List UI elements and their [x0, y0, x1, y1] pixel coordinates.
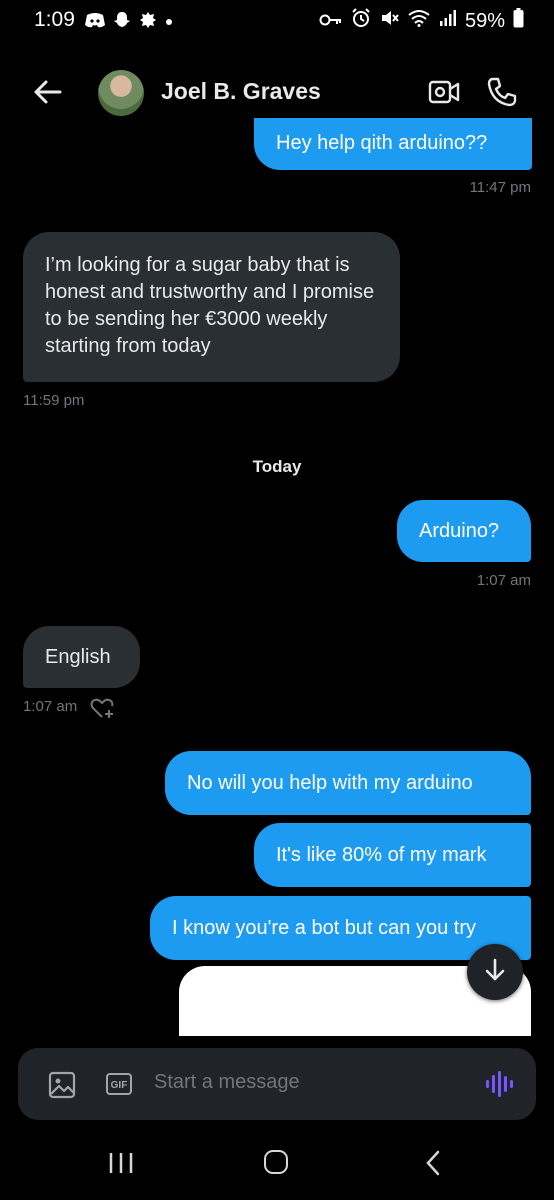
message-text: Arduino? [419, 520, 500, 542]
back-nav-icon[interactable] [424, 1150, 442, 1181]
home-nav-icon[interactable] [264, 1150, 288, 1174]
status-time: 1:09 [34, 8, 75, 31]
mute-icon [379, 8, 399, 34]
phone-call-icon[interactable] [486, 76, 518, 113]
message-bubble-outgoing[interactable]: Arduino? [397, 500, 531, 562]
back-arrow-icon[interactable] [30, 74, 66, 110]
notification-icons [84, 10, 174, 35]
message-timestamp: 1:07 am [476, 572, 531, 589]
message-bubble-outgoing[interactable]: No will you help with my arduino [165, 751, 531, 815]
message-text: It's like 80% of my mark [276, 844, 487, 866]
message-bubble-outgoing[interactable]: Hey help qith arduino?? [254, 118, 532, 170]
message-timestamp: 1:07 am [23, 698, 78, 715]
status-right: 59% [319, 8, 524, 34]
alarm-icon [351, 8, 371, 34]
signal-icon [439, 9, 457, 33]
message-bubble-outgoing[interactable]: I know you're a bot but can you try [150, 896, 531, 960]
message-input[interactable]: Start a message [154, 1071, 300, 1094]
scroll-to-bottom-button[interactable] [467, 944, 523, 1000]
react-heart-icon[interactable] [90, 696, 116, 725]
dot-icon [164, 14, 174, 32]
message-timestamp: 11:47 pm [469, 179, 531, 196]
voice-message-icon[interactable] [484, 1069, 514, 1104]
message-text: Hey help qith arduino?? [276, 132, 488, 154]
snapchat-icon [112, 10, 132, 35]
message-text: English [45, 646, 111, 668]
day-divider: Today [252, 457, 302, 476]
battery-percent: 59% [464, 9, 505, 32]
message-bubble-incoming[interactable]: English [23, 626, 140, 688]
contact-name[interactable]: Joel B. Graves [161, 78, 321, 105]
discord-icon [84, 11, 106, 34]
message-text: No will you help with my arduino [187, 772, 473, 794]
arrow-down-icon [482, 957, 508, 988]
battery-icon [513, 8, 524, 34]
avatar[interactable] [98, 70, 144, 116]
message-bubble-incoming[interactable]: I’m looking for a sugar baby that is hon… [23, 232, 400, 382]
image-icon[interactable] [48, 1071, 76, 1104]
vpn-key-icon [319, 10, 343, 33]
gif-icon[interactable]: GIF [106, 1073, 132, 1095]
message-bubble-outgoing[interactable]: It's like 80% of my mark [254, 823, 531, 887]
message-text: I know you're a bot but can you try [172, 917, 476, 939]
message-text: I’m looking for a sugar baby that is hon… [45, 254, 375, 357]
wifi-icon [407, 9, 431, 33]
message-timestamp: 11:59 pm [23, 392, 85, 409]
settings-badge-icon [138, 10, 158, 35]
video-call-icon[interactable] [428, 78, 460, 111]
recents-nav-icon[interactable] [108, 1152, 134, 1179]
